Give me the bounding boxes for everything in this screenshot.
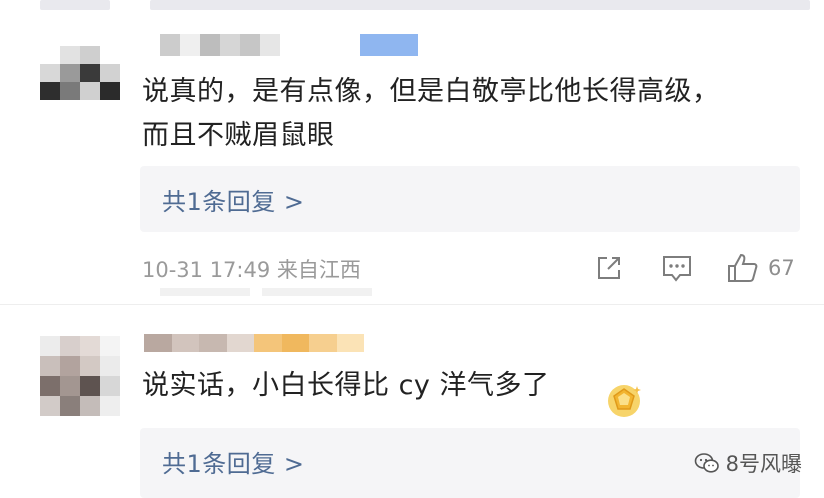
- blurred-area: [262, 288, 372, 296]
- avatar[interactable]: [40, 336, 120, 416]
- share-button[interactable]: [594, 250, 624, 286]
- share-icon: [598, 257, 620, 279]
- comment-button[interactable]: [660, 250, 694, 286]
- comment-text-line: 说真的，是有点像，但是白敬亭比他长得高级，: [142, 76, 720, 107]
- comment-text-line: 说实话，小白长得比 cy 洋气多了: [142, 370, 550, 401]
- like-button[interactable]: 67: [726, 250, 806, 286]
- view-replies-link[interactable]: 共1条回复 >: [162, 444, 305, 479]
- comment-text: 说真的，是有点像，但是白敬亭比他长得高级， 而且不贼眉鼠眼: [142, 70, 720, 158]
- previous-comment-strip: [0, 0, 824, 14]
- gold-badge-icon: [608, 385, 641, 417]
- like-count: 67: [768, 256, 795, 280]
- comment-icon: [663, 256, 691, 282]
- wechat-icon: [694, 453, 719, 473]
- username[interactable]: [144, 334, 364, 352]
- previous-comment-remnant: [40, 0, 110, 10]
- thumbs-up-icon: [728, 253, 758, 282]
- watermark: 8号风曝: [694, 448, 802, 478]
- previous-comment-remnant: [150, 0, 810, 10]
- comment-text-line: 而且不贼眉鼠眼: [142, 120, 335, 151]
- watermark-label: 8号风曝: [725, 452, 802, 476]
- reply-box[interactable]: 共1条回复 >: [140, 166, 800, 232]
- comment-meta: 10-31 17:49 来自江西: [142, 258, 361, 282]
- user-badge: [360, 34, 418, 56]
- gold-badge: [604, 380, 644, 420]
- blurred-area: [160, 288, 250, 296]
- avatar[interactable]: [40, 46, 120, 100]
- view-replies-link[interactable]: 共1条回复 >: [162, 182, 305, 217]
- divider: [0, 304, 824, 305]
- username[interactable]: [160, 34, 280, 56]
- comment-text: 说实话，小白长得比 cy 洋气多了: [142, 364, 550, 408]
